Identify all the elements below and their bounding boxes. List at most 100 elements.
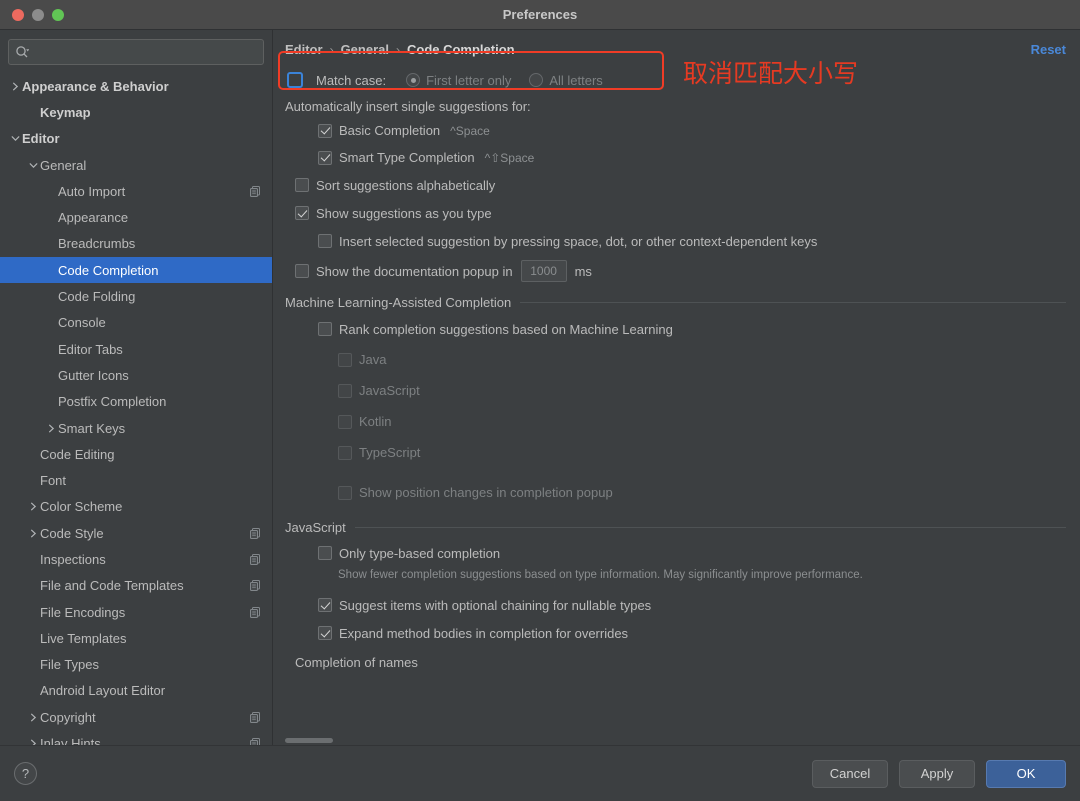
js-option-checkbox-0[interactable] [318, 598, 332, 612]
breadcrumb-item-general[interactable]: General [341, 42, 389, 57]
help-button[interactable]: ? [14, 762, 37, 785]
sidebar-item-keymap[interactable]: Keymap [0, 99, 272, 125]
chevron-right-icon[interactable] [26, 502, 40, 511]
ml-language-row-2: Kotlin [285, 406, 1066, 437]
general-option-checkbox-2[interactable] [318, 234, 332, 248]
sidebar-item-auto-import[interactable]: Auto Import [0, 178, 272, 204]
close-button[interactable] [12, 9, 24, 21]
breadcrumb-separator: › [396, 43, 400, 57]
ml-language-row-0: Java [285, 344, 1066, 375]
ml-language-checkbox-3[interactable] [338, 446, 352, 460]
scrollbar-thumb[interactable] [285, 738, 333, 743]
general-option-checkbox-0[interactable] [295, 178, 309, 192]
sidebar-item-code-completion[interactable]: Code Completion [0, 257, 272, 283]
match-case-option-all[interactable]: All letters [529, 73, 602, 88]
breadcrumb-item-code-completion[interactable]: Code Completion [407, 42, 515, 57]
ml-language-checkbox-1[interactable] [338, 384, 352, 398]
ml-language-checkbox-2[interactable] [338, 415, 352, 429]
ml-language-row-1: JavaScript [285, 375, 1066, 406]
js-option-checkbox-1[interactable] [318, 626, 332, 640]
sidebar-item-smart-keys[interactable]: Smart Keys [0, 415, 272, 441]
sidebar-item-font[interactable]: Font [0, 467, 272, 493]
sidebar-item-appearance[interactable]: Appearance [0, 204, 272, 230]
sidebar-item-file-and-code-templates[interactable]: File and Code Templates [0, 573, 272, 599]
sidebar-item-code-editing[interactable]: Code Editing [0, 441, 272, 467]
chevron-right-icon[interactable] [26, 713, 40, 722]
auto-insert-checkbox-0[interactable] [318, 124, 332, 138]
breadcrumb-item-editor[interactable]: Editor [285, 42, 323, 57]
first-letter-only-label: First letter only [426, 73, 511, 88]
option-label: TypeScript [359, 445, 420, 460]
copy-settings-icon[interactable] [249, 553, 262, 566]
breadcrumb-separator: › [330, 43, 334, 57]
sidebar-item-file-encodings[interactable]: File Encodings [0, 599, 272, 625]
dialog-footer: ? Cancel Apply OK [0, 745, 1080, 801]
general-option-checkbox-1[interactable] [295, 206, 309, 220]
chevron-right-icon[interactable] [26, 739, 40, 745]
chevron-down-icon[interactable] [26, 161, 40, 170]
settings-tree[interactable]: Appearance & Behavior Keymap Editor General… [0, 73, 272, 745]
copy-settings-icon[interactable] [249, 185, 262, 198]
completion-of-names-label: Completion of names [295, 655, 418, 670]
copy-settings-icon[interactable] [249, 579, 262, 592]
completion-of-names-row: Completion of names [285, 647, 1066, 677]
reset-link[interactable]: Reset [1031, 42, 1066, 57]
sidebar-item-postfix-completion[interactable]: Postfix Completion [0, 389, 272, 415]
sidebar-item-live-templates[interactable]: Live Templates [0, 625, 272, 651]
sidebar-item-gutter-icons[interactable]: Gutter Icons [0, 362, 272, 388]
search-input[interactable] [29, 45, 257, 59]
breadcrumb-row: Editor › General › Code Completion Reset [273, 30, 1080, 63]
match-case-checkbox[interactable] [287, 72, 303, 88]
sidebar-item-label: Color Scheme [40, 499, 262, 514]
match-case-label: Match case: [316, 73, 386, 88]
sidebar-item-editor-tabs[interactable]: Editor Tabs [0, 336, 272, 362]
zoom-button[interactable] [52, 9, 64, 21]
chevron-right-icon[interactable] [26, 529, 40, 538]
doc-popup-delay-input[interactable]: 1000 [521, 260, 567, 282]
sidebar-item-file-types[interactable]: File Types [0, 652, 272, 678]
sidebar-item-code-folding[interactable]: Code Folding [0, 283, 272, 309]
chevron-right-icon[interactable] [44, 424, 58, 433]
ml-language-checkbox-0[interactable] [338, 353, 352, 367]
match-case-option-first[interactable]: First letter only [406, 73, 511, 88]
search-box[interactable] [8, 39, 264, 65]
sidebar-item-inlay-hints[interactable]: Inlay Hints [0, 730, 272, 745]
ml-rank-checkbox[interactable] [318, 322, 332, 336]
copy-settings-icon[interactable] [249, 527, 262, 540]
title-bar: Preferences [0, 0, 1080, 30]
apply-button[interactable]: Apply [899, 760, 975, 788]
js-only-type-checkbox[interactable] [318, 546, 332, 560]
chevron-down-icon[interactable] [8, 134, 22, 143]
sidebar-item-android-layout-editor[interactable]: Android Layout Editor [0, 678, 272, 704]
sidebar-item-general[interactable]: General [0, 152, 272, 178]
sidebar-item-label: Editor [22, 131, 262, 146]
minimize-button[interactable] [32, 9, 44, 21]
auto-insert-row-1: Smart Type Completion^⇧Space [285, 144, 1066, 171]
sidebar-item-color-scheme[interactable]: Color Scheme [0, 494, 272, 520]
sidebar-item-appearance-behavior[interactable]: Appearance & Behavior [0, 73, 272, 99]
sidebar-item-code-style[interactable]: Code Style [0, 520, 272, 546]
chevron-right-icon[interactable] [8, 82, 22, 91]
sidebar-item-label: Appearance [58, 210, 262, 225]
copy-settings-icon[interactable] [249, 606, 262, 619]
sidebar-item-copyright[interactable]: Copyright [0, 704, 272, 730]
content-horizontal-scrollbar[interactable] [285, 738, 1060, 743]
option-label: Java [359, 352, 386, 367]
doc-popup-checkbox[interactable] [295, 264, 309, 278]
ml-position-checkbox[interactable] [338, 486, 352, 500]
sidebar-item-console[interactable]: Console [0, 310, 272, 336]
copy-settings-icon[interactable] [249, 711, 262, 724]
auto-insert-checkbox-1[interactable] [318, 151, 332, 165]
first-letter-only-radio[interactable] [406, 73, 420, 87]
ok-button[interactable]: OK [986, 760, 1066, 788]
js-section-divider [355, 527, 1066, 528]
sidebar-item-inspections[interactable]: Inspections [0, 546, 272, 572]
sidebar-item-editor[interactable]: Editor [0, 126, 272, 152]
ml-position-label: Show position changes in completion popu… [359, 485, 613, 500]
cancel-button[interactable]: Cancel [812, 760, 888, 788]
all-letters-radio[interactable] [529, 73, 543, 87]
sidebar-item-label: Keymap [40, 105, 262, 120]
sidebar-item-label: Inspections [40, 552, 249, 567]
copy-settings-icon[interactable] [249, 737, 262, 745]
sidebar-item-breadcrumbs[interactable]: Breadcrumbs [0, 231, 272, 257]
